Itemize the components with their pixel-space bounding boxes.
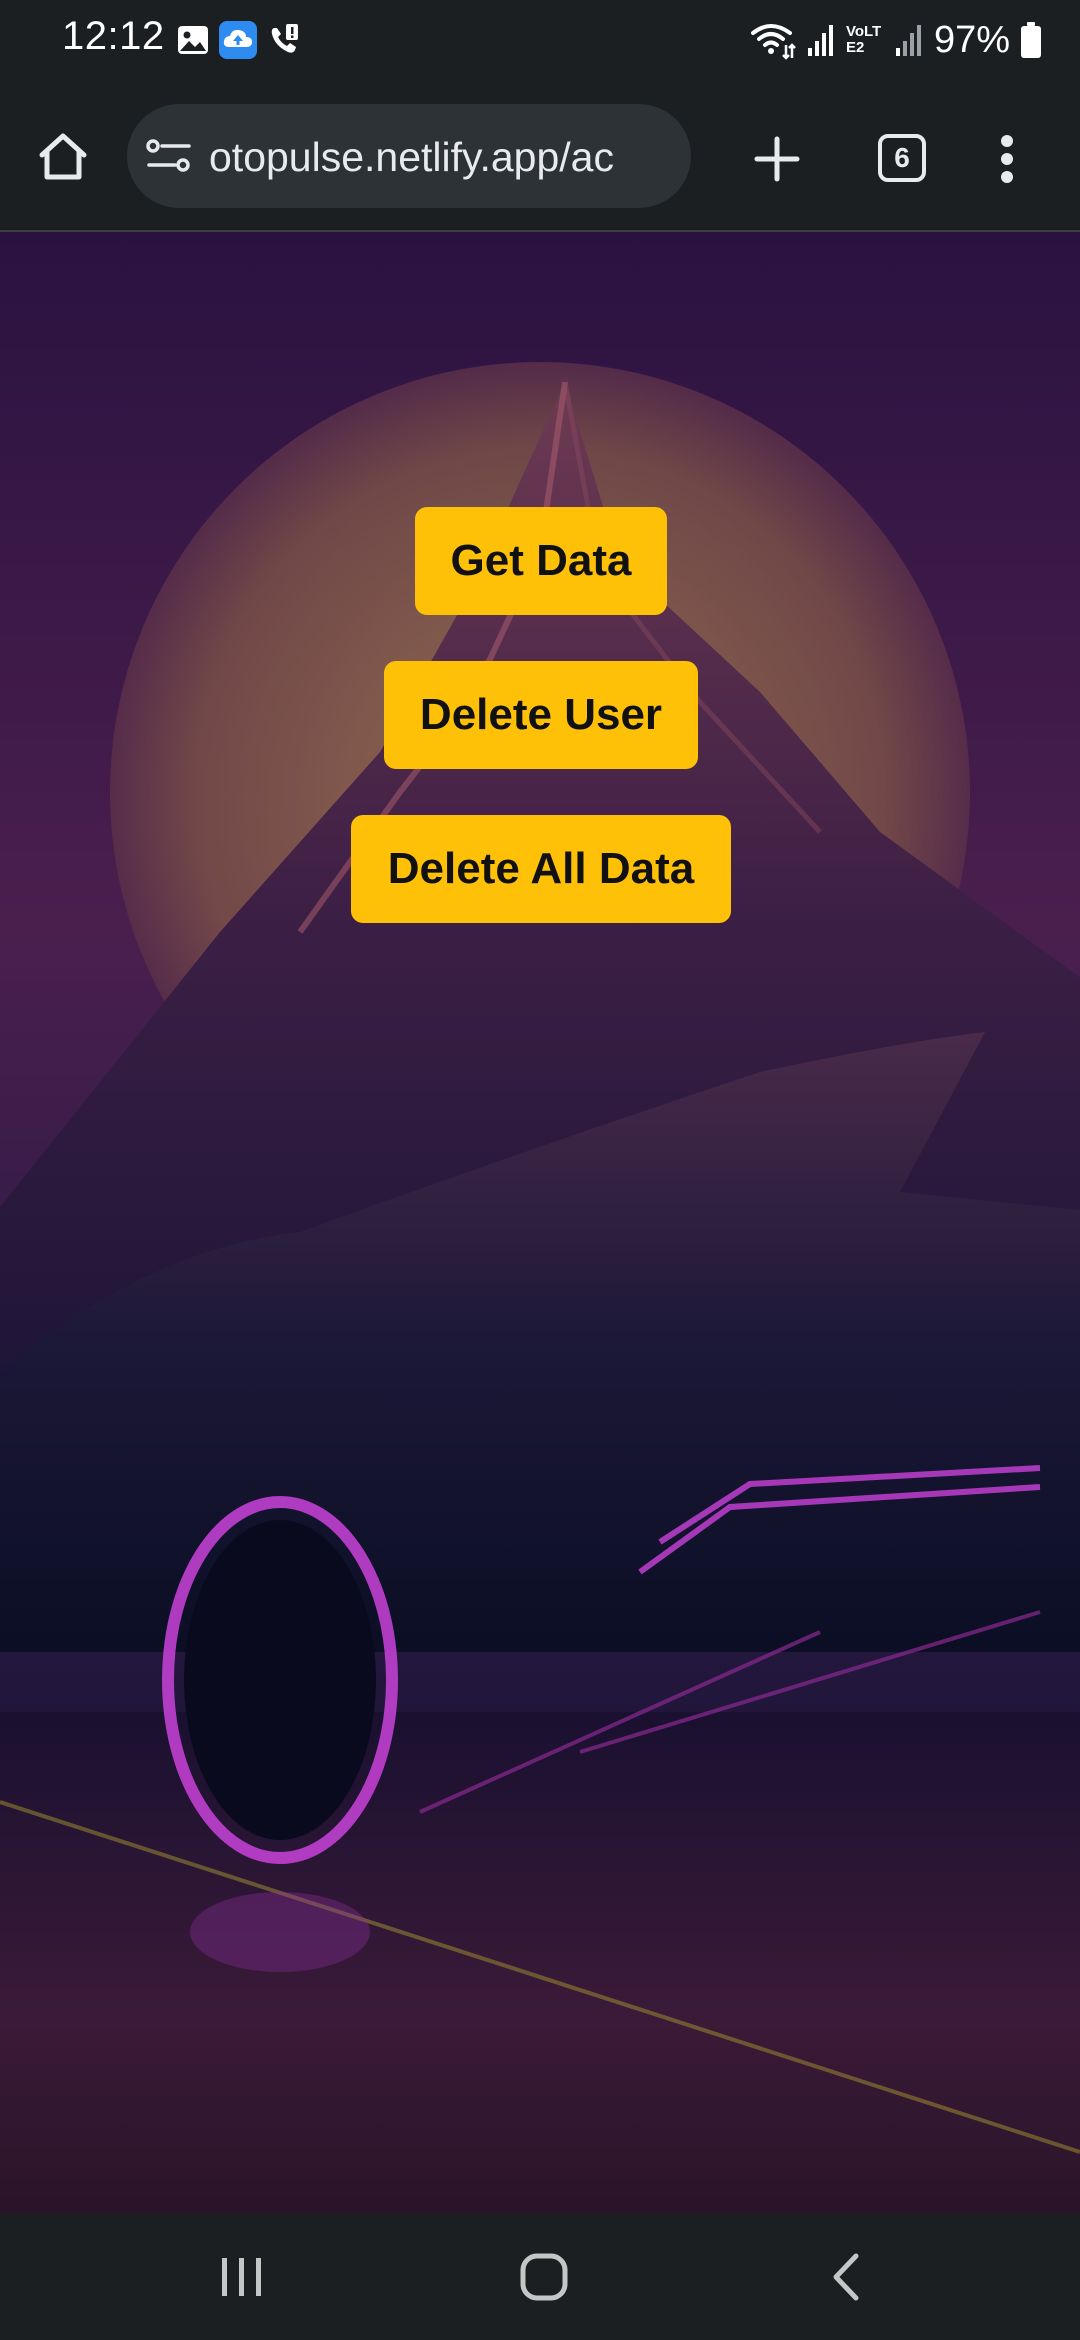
delete-all-data-button[interactable]: Delete All Data xyxy=(351,815,731,923)
phone-screen: 12:12 VoLTE2 97% otopulse.netlify.app/ac… xyxy=(0,0,1080,2340)
battery-percent: 97% xyxy=(933,18,1010,61)
status-bar: 12:12 VoLTE2 97% xyxy=(0,0,1080,80)
home-button[interactable] xyxy=(30,124,96,190)
recents-button[interactable] xyxy=(202,2242,282,2312)
delete-user-button[interactable]: Delete User xyxy=(384,661,698,769)
recents-icon xyxy=(222,2258,261,2296)
home-circle-icon xyxy=(520,2253,568,2301)
signal-weak-icon xyxy=(895,25,921,56)
more-vertical-icon xyxy=(1001,135,1013,183)
system-navigation-bar xyxy=(0,2214,1080,2340)
signal-icon xyxy=(807,25,833,56)
back-chevron-icon xyxy=(833,2253,859,2301)
nav-home-button[interactable] xyxy=(504,2242,584,2312)
browser-toolbar: otopulse.netlify.app/ac 6 xyxy=(0,80,1080,232)
more-menu-button[interactable] xyxy=(990,126,1024,192)
back-button[interactable] xyxy=(806,2242,886,2312)
battery-icon xyxy=(1021,22,1041,58)
web-content: Get Data Delete User Delete All Data xyxy=(0,232,1080,2214)
gallery-icon xyxy=(178,26,208,54)
tab-switcher-button[interactable]: 6 xyxy=(878,134,926,182)
home-icon xyxy=(39,133,87,180)
url-bar[interactable]: otopulse.netlify.app/ac xyxy=(127,104,691,208)
notification-icons xyxy=(176,20,302,60)
plus-icon xyxy=(754,136,800,182)
tab-count: 6 xyxy=(894,142,910,173)
get-data-button[interactable]: Get Data xyxy=(415,507,667,615)
cloud-upload-icon xyxy=(219,21,257,59)
status-time: 12:12 xyxy=(62,14,165,58)
site-settings-icon[interactable] xyxy=(145,136,193,176)
volte-label: VoLTE2 xyxy=(845,23,882,56)
new-tab-button[interactable] xyxy=(744,126,810,192)
wifi-icon xyxy=(750,24,796,60)
url-text[interactable]: otopulse.netlify.app/ac xyxy=(209,134,679,181)
system-status-icons: VoLTE2 97% xyxy=(750,14,1042,66)
phone-alert-icon xyxy=(271,24,298,53)
